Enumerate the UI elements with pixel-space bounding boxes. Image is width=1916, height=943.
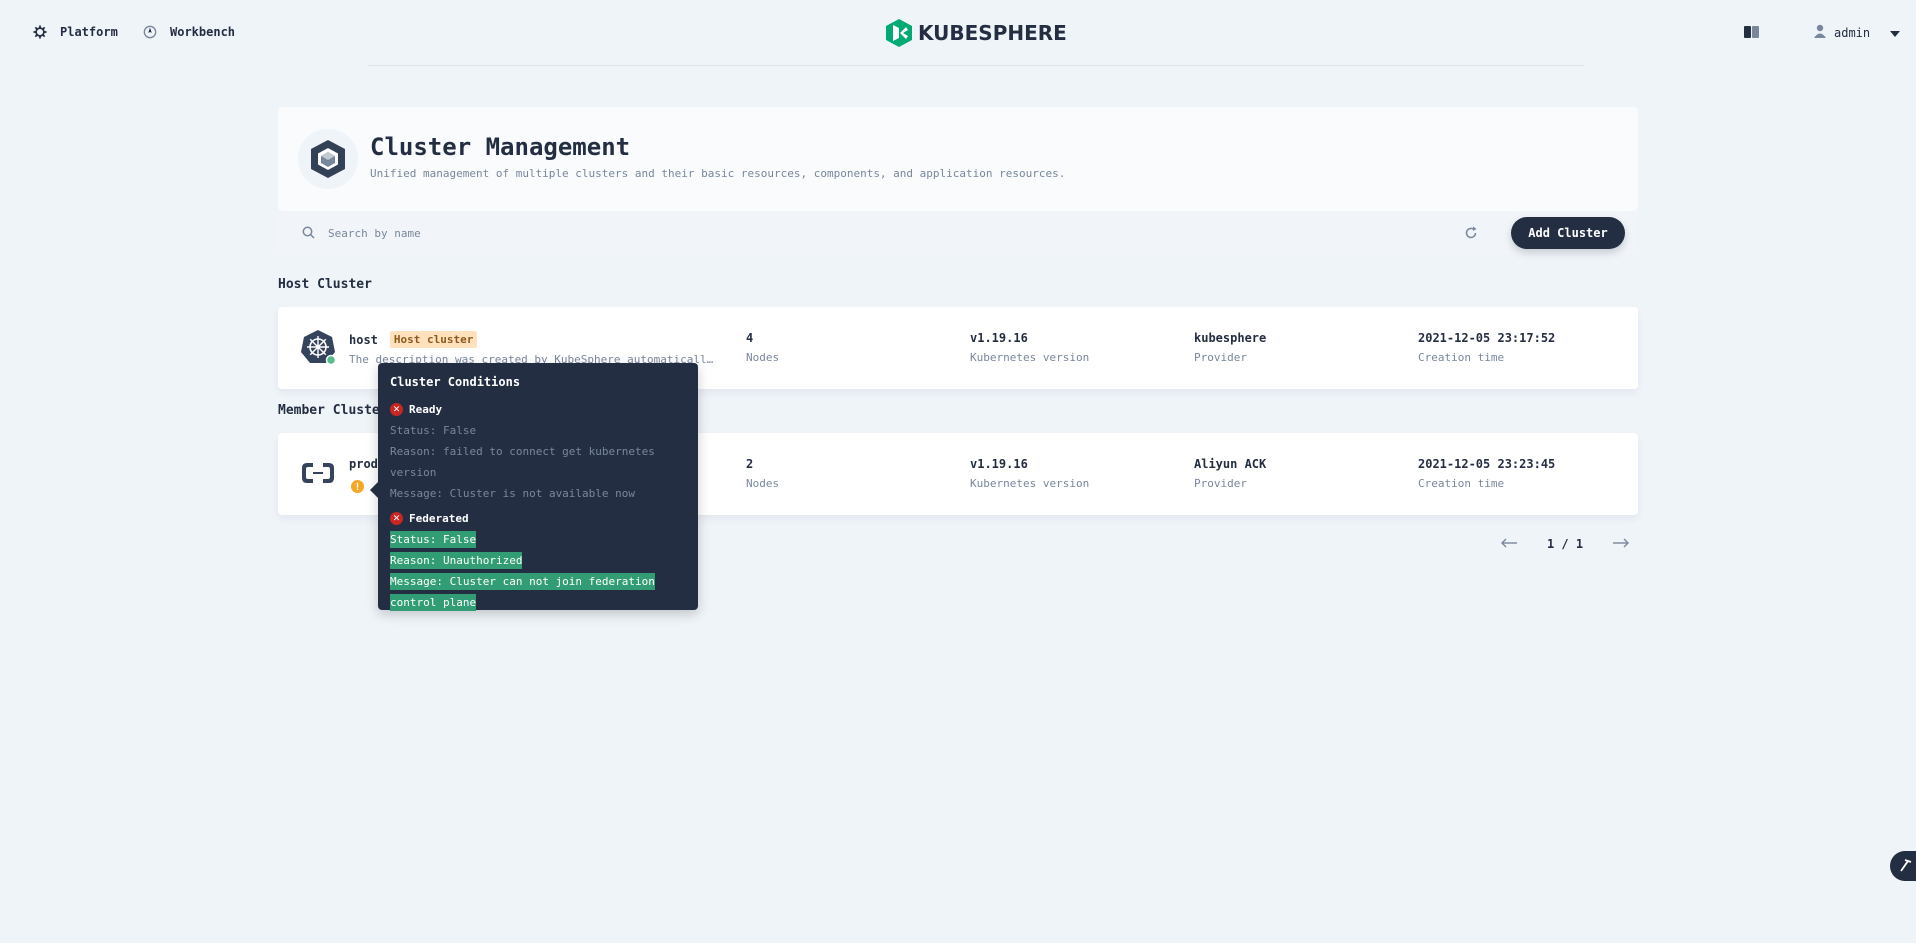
provider-value: kubesphere (1194, 331, 1267, 345)
pagination: 1 / 1 (1500, 534, 1630, 554)
error-icon: ✕ (390, 403, 403, 416)
logo-text: KUBESPHERE (918, 21, 1067, 45)
documentation-icon[interactable] (1744, 26, 1760, 41)
error-icon: ✕ (390, 512, 403, 525)
chevron-down-icon (1890, 26, 1901, 40)
version-value: v1.19.16 (970, 457, 1028, 471)
user-menu[interactable]: admin (1814, 24, 1901, 41)
member-nodes: 2 Nodes (746, 457, 779, 490)
nav-divider (368, 65, 1584, 66)
creation-time-label: Creation time (1418, 477, 1505, 490)
top-navigation: Platform Workbench KUBESPHERE admin (0, 0, 1916, 66)
tooltip-title: Cluster Conditions (390, 375, 521, 389)
provider-value: Aliyun ACK (1194, 457, 1267, 471)
page-header: Cluster Management Unified management of… (278, 107, 1638, 211)
toolbox-button[interactable] (1890, 851, 1916, 881)
host-nodes: 4 Nodes (746, 331, 779, 364)
condition-reason: Reason: Unauthorized (390, 552, 523, 569)
page-description: Unified management of multiple clusters … (370, 167, 1066, 180)
search-input[interactable] (328, 219, 1408, 247)
member-provider: Aliyun ACK Provider (1194, 457, 1266, 490)
version-value: v1.19.16 (970, 331, 1028, 345)
creation-time-label: Creation time (1418, 351, 1505, 364)
provider-label: Provider (1194, 351, 1247, 364)
host-creation-time: 2021-12-05 23:17:52 Creation time (1418, 331, 1555, 364)
member-version: v1.19.16 Kubernetes version (970, 457, 1089, 490)
condition-message: Message: Cluster is not available now (390, 487, 636, 500)
host-cluster-section-title: Host Cluster (278, 277, 372, 292)
condition-name: Ready (409, 403, 443, 416)
nav-platform-label: Platform (60, 25, 118, 39)
user-avatar-icon (1814, 24, 1826, 41)
aliyun-icon (300, 455, 336, 491)
gear-icon (32, 24, 48, 40)
warning-icon[interactable] (351, 480, 364, 496)
search-icon (302, 226, 315, 242)
next-page-icon[interactable] (1612, 537, 1630, 551)
nodes-label: Nodes (746, 351, 780, 364)
add-cluster-button[interactable]: Add Cluster (1511, 217, 1625, 249)
condition-federated: ✕ Federated Status: False Reason: Unauth… (390, 512, 686, 613)
host-version: v1.19.16 Kubernetes version (970, 331, 1089, 364)
page-title: Cluster Management (370, 133, 631, 161)
cluster-conditions-tooltip: Cluster Conditions ✕ Ready Status: False… (370, 363, 698, 613)
page-indicator: 1 / 1 (1546, 537, 1584, 551)
kubesphere-logo-icon (886, 19, 912, 47)
host-provider: kubesphere Provider (1194, 331, 1266, 364)
refresh-icon[interactable] (1464, 226, 1478, 243)
kubernetes-icon (300, 329, 337, 366)
condition-name: Federated (409, 512, 469, 525)
condition-status: Status: False (390, 531, 477, 548)
provider-label: Provider (1194, 477, 1247, 490)
condition-reason: Reason: failed to connect get kubernetes… (390, 445, 655, 479)
previous-page-icon[interactable] (1500, 537, 1518, 551)
cluster-management-icon (298, 129, 358, 189)
cluster-name-text: host (349, 332, 378, 347)
nav-workbench[interactable]: Workbench (142, 24, 235, 40)
nodes-label: Nodes (746, 477, 780, 490)
creation-time-value: 2021-12-05 23:17:52 (1418, 331, 1556, 345)
version-label: Kubernetes version (970, 351, 1090, 364)
condition-status: Status: False (390, 424, 477, 437)
nav-workbench-label: Workbench (170, 25, 236, 39)
nodes-value: 4 (746, 331, 754, 345)
user-name: admin (1834, 25, 1871, 40)
kubesphere-logo[interactable]: KUBESPHERE (886, 19, 1067, 47)
nodes-value: 2 (746, 457, 754, 471)
workbench-icon (142, 24, 158, 40)
toolbar: Add Cluster (278, 211, 1638, 255)
host-cluster-tag: Host cluster (389, 331, 478, 348)
nav-platform[interactable]: Platform (32, 24, 118, 40)
condition-ready: ✕ Ready Status: False Reason: failed to … (390, 403, 686, 504)
host-cluster-name[interactable]: host Host cluster (349, 331, 478, 348)
condition-message: Message: Cluster can not join federation… (390, 573, 655, 611)
version-label: Kubernetes version (970, 477, 1090, 490)
member-creation-time: 2021-12-05 23:23:45 Creation time (1418, 457, 1555, 490)
creation-time-value: 2021-12-05 23:23:45 (1418, 457, 1556, 471)
hammer-icon (1898, 858, 1912, 875)
